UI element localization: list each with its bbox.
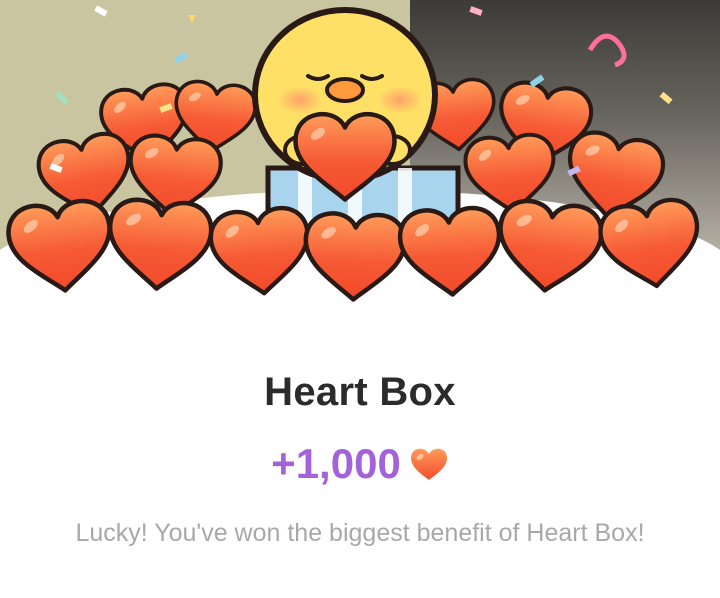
heart-box-reward-screen: Heart Box +1,000 Lucky! You've won the b… [0,0,720,598]
heart-decoration [209,206,313,298]
heart-decoration [399,207,502,297]
reward-amount: +1,000 [271,440,401,487]
reward-amount-row: +1,000 [0,440,720,488]
heart-icon [410,448,447,480]
heart-box-illustration [0,5,720,310]
heart-decoration [494,198,604,295]
reward-message: Lucky! You've won the biggest benefit of… [75,519,645,547]
heart-decoration [106,198,213,292]
dialog-title: Heart Box [264,370,456,414]
heart-decoration [597,197,704,293]
heart-decoration [304,212,406,301]
heart-decoration [6,198,116,295]
